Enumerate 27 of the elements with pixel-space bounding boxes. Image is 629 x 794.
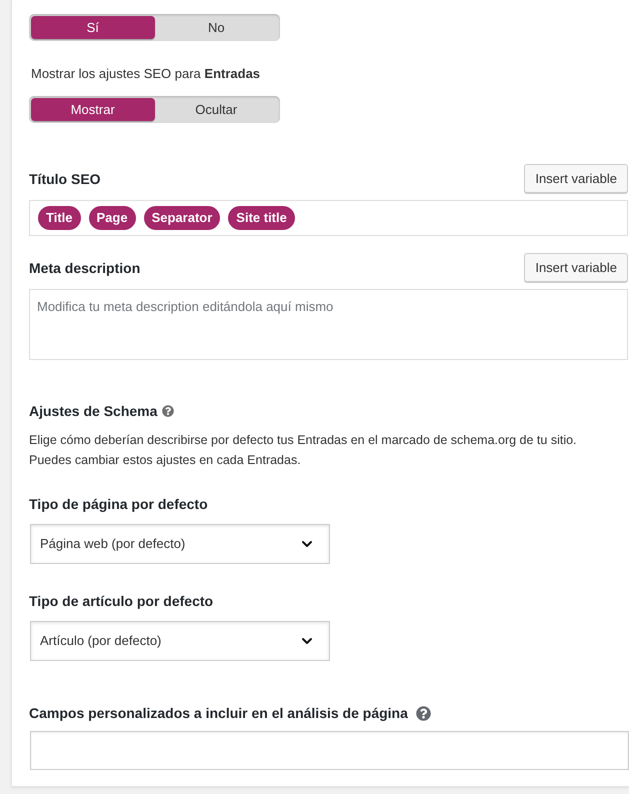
select-value: Página web (por defecto): [40, 535, 186, 554]
insert-variable-button[interactable]: Insert variable: [524, 253, 628, 282]
help-icon[interactable]: [416, 706, 431, 720]
variable-tag: Title: [38, 206, 80, 230]
meta-description-label: Meta description: [29, 258, 140, 278]
variable-tag: Separator: [144, 206, 220, 230]
article-type-label: Tipo de artículo por defecto: [29, 593, 214, 609]
page-type-select[interactable]: Página web (por defecto): [30, 524, 330, 564]
schema-description: Elige cómo deberían describirse por defecto tus Entradas en el marcado de schema.org de tu sitio. Puedes cambiar estos ajustes en cada Entradas.: [29, 432, 578, 469]
select-value: Artículo (por defecto): [40, 632, 162, 650]
meta-description-textarea[interactable]: Modifica tu meta description editándola aquí mismo: [29, 289, 628, 360]
toggle-option[interactable]: No: [154, 16, 278, 39]
toggle-option[interactable]: Ocultar: [154, 98, 278, 121]
custom-fields-input[interactable]: [30, 731, 629, 770]
show-settings-label: Mostrar los ajustes SEO para Entradas: [31, 65, 262, 83]
schema-settings-title: Ajustes de Schema: [29, 402, 158, 421]
variable-tag: Site title: [228, 206, 295, 230]
page-type-label: Tipo de página por defecto: [29, 496, 208, 512]
toggle-option[interactable]: Mostrar: [31, 98, 154, 121]
seo-title-field[interactable]: Title Page Separator Site title: [29, 200, 628, 236]
seo-title-label: Título SEO: [29, 170, 101, 188]
custom-fields-label: Campos personalizados a incluir en el análisis de página: [29, 704, 408, 723]
variable-tag: Page: [88, 206, 136, 230]
article-type-select[interactable]: Artículo (por defecto): [30, 621, 330, 661]
toggle-option[interactable]: Sí: [31, 16, 154, 39]
insert-variable-button[interactable]: Insert variable: [524, 164, 628, 193]
help-icon[interactable]: [162, 405, 174, 417]
